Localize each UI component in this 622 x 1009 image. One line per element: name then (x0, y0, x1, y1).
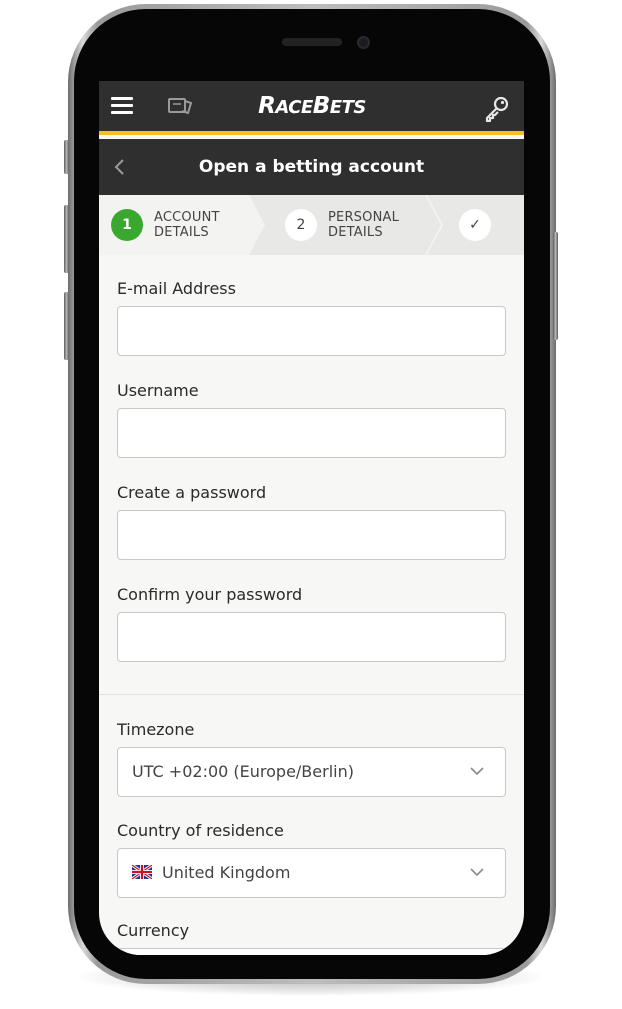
power-button (553, 232, 558, 340)
mute-switch (64, 140, 69, 174)
currency-select[interactable] (117, 948, 506, 955)
step-1-label: ACCOUNT DETAILS (154, 210, 220, 240)
step-separator (425, 195, 443, 255)
country-label: Country of residence (117, 821, 284, 840)
page-title: Open a betting account (198, 157, 425, 177)
password-field[interactable] (117, 510, 506, 560)
section-divider (99, 694, 524, 695)
confirm-password-label: Confirm your password (117, 585, 303, 604)
volume-up-button (64, 205, 69, 273)
racebets-logo[interactable]: RACEBETS (253, 91, 371, 121)
chevron-down-icon (470, 868, 484, 877)
app-screen: RACEBETS Open a betting account 1 ACCOUN… (99, 81, 524, 955)
timezone-label: Timezone (117, 720, 195, 739)
uk-flag-icon (132, 865, 152, 879)
key-icon[interactable] (483, 94, 511, 122)
step-1-circle: 1 (111, 209, 143, 241)
step-2-label: PERSONAL DETAILS (328, 210, 400, 240)
country-value: United Kingdom (162, 863, 291, 882)
timezone-select[interactable]: UTC +02:00 (Europe/Berlin) (117, 747, 506, 797)
chevron-down-icon (470, 767, 484, 776)
volume-down-button (64, 292, 69, 360)
step-3-checkmark: ✓ (459, 209, 491, 241)
chevron-left-icon[interactable] (113, 158, 127, 176)
earpiece-speaker (282, 38, 342, 46)
country-select[interactable]: United Kingdom (117, 848, 506, 898)
front-camera (357, 36, 370, 49)
username-label: Username (117, 381, 199, 400)
confirm-password-field[interactable] (117, 612, 506, 662)
top-navigation-bar: RACEBETS (99, 81, 524, 135)
email-field[interactable] (117, 306, 506, 356)
ticket-icon[interactable] (167, 96, 193, 116)
currency-label: Currency (117, 921, 190, 940)
timezone-value: UTC +02:00 (Europe/Berlin) (132, 762, 354, 781)
page-header: Open a betting account (99, 139, 524, 195)
step-2-circle: 2 (285, 209, 317, 241)
username-field[interactable] (117, 408, 506, 458)
registration-steps: 1 ACCOUNT DETAILS 2 PERSONAL DETAILS ✓ (99, 195, 524, 255)
password-label: Create a password (117, 483, 267, 502)
hamburger-icon[interactable] (111, 97, 133, 114)
email-label: E-mail Address (117, 279, 236, 298)
